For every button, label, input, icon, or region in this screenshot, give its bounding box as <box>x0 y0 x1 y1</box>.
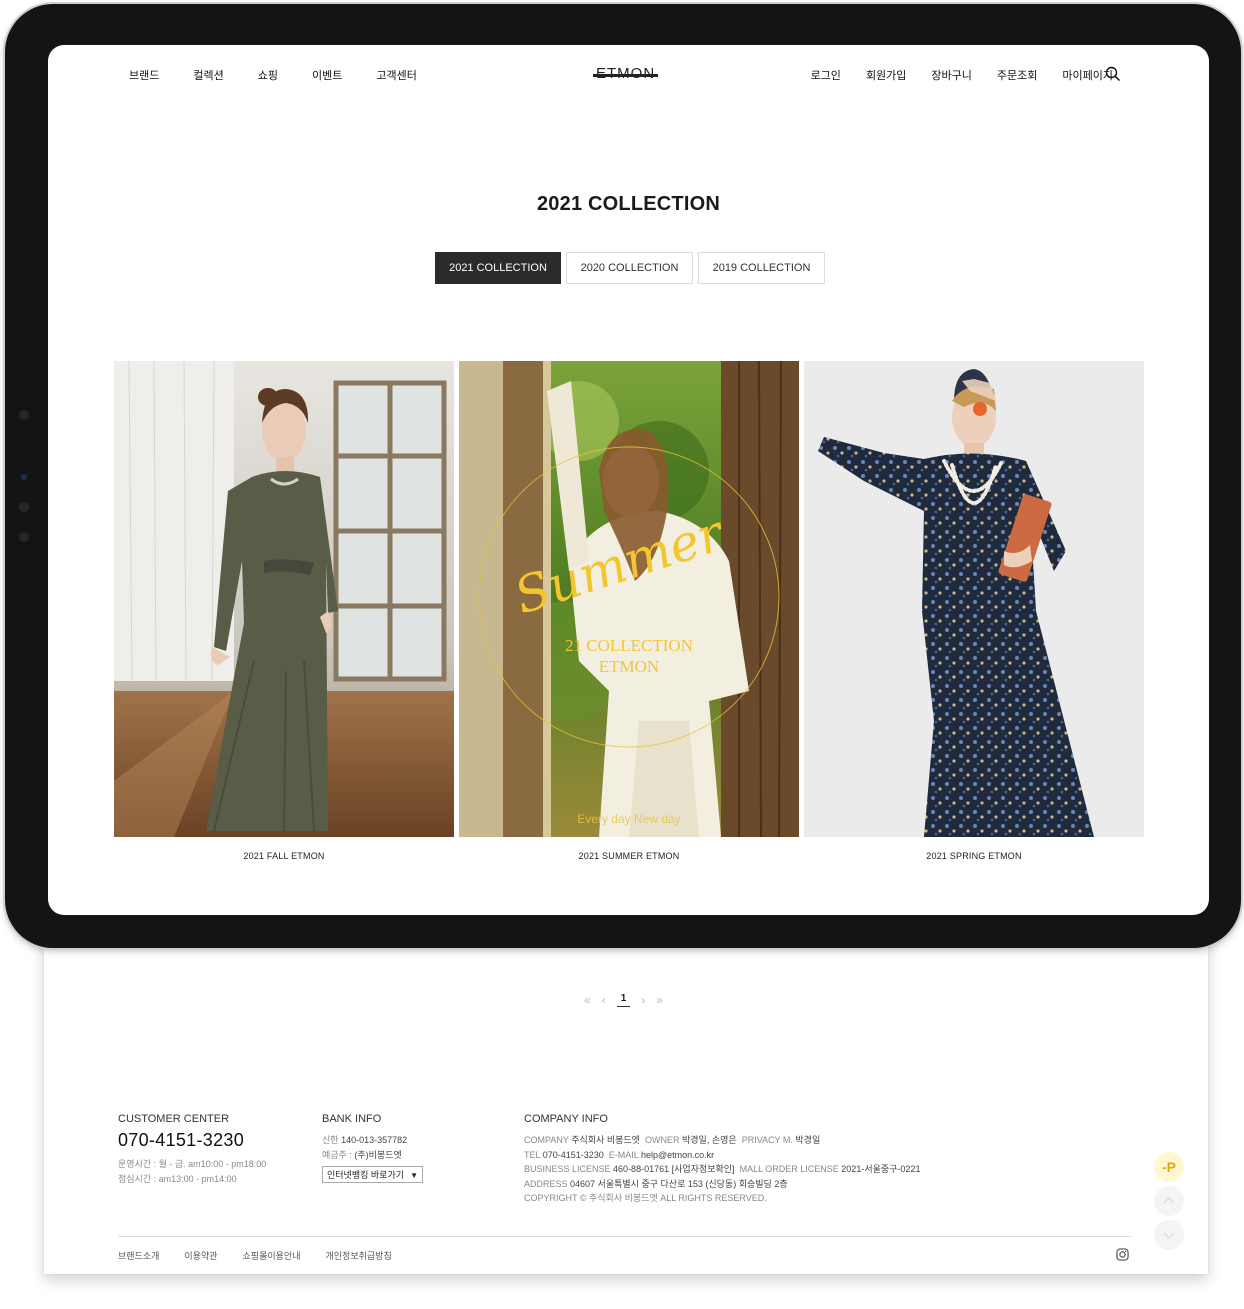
summer-tagline: Every day New day <box>577 812 680 826</box>
spring-photo <box>804 361 1144 837</box>
footer-link-brand[interactable]: 브랜드소개 <box>118 1249 159 1262</box>
customer-hours: 운영시간 : 월 - 금. am10:00 - pm18:00 점심시간 : a… <box>118 1157 266 1186</box>
camera-dot <box>21 474 27 480</box>
summer-photo: Summer 21 COLLECTION ETMON Every day New… <box>459 361 799 837</box>
company-tel: 070-4151-3230 <box>542 1149 604 1160</box>
footer-link-privacy[interactable]: 개인정보취급방침 <box>326 1249 392 1262</box>
owner-label: OWNER <box>644 1135 680 1145</box>
bank-info-details: 신한 140-013-357782 예금주 : (주)비봉드엣 <box>322 1133 407 1162</box>
owner-name: 박경일, 손영은 <box>681 1135 737 1145</box>
pagination-prev[interactable]: ‹ <box>602 993 606 1007</box>
tablet-frame: 브랜드 컬렉션 쇼핑 이벤트 고객센터 ETMON 로그인 회원가입 장바구니 … <box>5 4 1241 948</box>
point-button[interactable]: -P <box>1154 1152 1184 1182</box>
fall-photo <box>114 361 454 837</box>
bank-select-value: 인터넷뱅킹 바로가기 <box>327 1170 405 1180</box>
collection-card-summer[interactable]: Summer 21 COLLECTION ETMON Every day New… <box>459 361 799 861</box>
mall-order-label: MALL ORDER LICENSE <box>739 1164 839 1174</box>
nav-order-lookup[interactable]: 주문조회 <box>997 67 1037 83</box>
footer-links: 브랜드소개 이용약관 쇼핑몰이용안내 개인정보취급방침 <box>118 1249 417 1262</box>
summer-overlay-line1: 21 COLLECTION <box>565 636 693 655</box>
bank-info-heading: BANK INFO <box>322 1113 382 1125</box>
nav-brand[interactable]: 브랜드 <box>129 67 159 83</box>
company-info-heading: COMPANY INFO <box>524 1113 608 1125</box>
nav-collection[interactable]: 컬렉션 <box>193 67 223 83</box>
tab-2020-collection[interactable]: 2020 COLLECTION <box>566 252 693 284</box>
page-title: 2021 COLLECTION <box>536 193 721 215</box>
nav-join[interactable]: 회원가입 <box>866 67 906 83</box>
instagram-icon[interactable] <box>1116 1248 1129 1261</box>
user-nav: 로그인 회원가입 장바구니 주문조회 마이페이지 <box>786 67 1113 83</box>
internet-banking-select[interactable]: 인터넷뱅킹 바로가기 ▼ <box>322 1166 423 1183</box>
chevron-up-icon <box>1163 1196 1175 1204</box>
company-name: 주식회사 비봉드엣 <box>571 1135 640 1145</box>
bank-account: 140-013-357782 <box>341 1135 408 1145</box>
lunch-line: 점심시간 : am13:00 - pm14:00 <box>118 1173 237 1184</box>
bank-label: 신한 <box>322 1135 339 1145</box>
pagination-first[interactable]: « <box>584 993 591 1007</box>
address-label: ADDRESS <box>524 1178 568 1189</box>
pagination: « ‹ 1 › » <box>584 993 674 1007</box>
customer-phone: 070-4151-3230 <box>118 1130 245 1150</box>
nav-cart[interactable]: 장바구니 <box>931 67 971 83</box>
main-nav: 브랜드 컬렉션 쇼핑 이벤트 고객센터 <box>129 67 451 83</box>
email-label: E-MAIL <box>608 1149 639 1160</box>
privacy-name: 박경일 <box>795 1135 821 1145</box>
chevron-down-icon <box>1163 1232 1175 1240</box>
summer-overlay-line2: ETMON <box>599 657 659 676</box>
company-email[interactable]: help@etmon.co.kr <box>641 1150 714 1160</box>
footer-divider <box>118 1236 1132 1237</box>
company-label: COMPANY <box>524 1135 569 1145</box>
nav-customer-center[interactable]: 고객센터 <box>376 67 416 83</box>
card-caption: 2021 FALL ETMON <box>243 851 325 861</box>
customer-center-heading: CUSTOMER CENTER <box>118 1113 230 1125</box>
mall-order-license: 2021-서울중구-0221 <box>841 1164 921 1174</box>
side-button-dot <box>19 410 29 420</box>
search-icon[interactable] <box>1105 66 1121 82</box>
tel-label: TEL <box>524 1149 541 1160</box>
bank-holder: (주)비봉드엣 <box>354 1149 402 1160</box>
business-license-label: BUSINESS LICENSE <box>524 1164 611 1174</box>
privacy-label: PRIVACY M. <box>741 1135 793 1145</box>
logo-strike <box>593 74 659 77</box>
footer-link-guide[interactable]: 쇼핑몰이용안내 <box>243 1249 301 1262</box>
nav-event[interactable]: 이벤트 <box>312 67 342 83</box>
collection-card-fall[interactable]: 2021 FALL ETMON <box>114 361 454 861</box>
screen: 브랜드 컬렉션 쇼핑 이벤트 고객센터 ETMON 로그인 회원가입 장바구니 … <box>48 45 1209 915</box>
collection-card-spring[interactable]: 2021 SPRING ETMON <box>804 361 1144 861</box>
hours-line: 운영시간 : 월 - 금. am10:00 - pm18:00 <box>118 1159 267 1169</box>
company-address: 04607 서울특별시 중구 다산로 153 (신당동) 회승빌딩 2층 <box>570 1178 788 1189</box>
scroll-bottom-button[interactable] <box>1154 1220 1184 1250</box>
nav-login[interactable]: 로그인 <box>811 67 841 83</box>
footer-link-terms[interactable]: 이용약관 <box>184 1249 217 1262</box>
company-info-details: COMPANY 주식회사 비봉드엣 OWNER 박경일, 손영은 PRIVACY… <box>524 1133 920 1206</box>
logo[interactable]: ETMON <box>593 65 659 82</box>
copyright: COPYRIGHT © 주식회사 비봉드엣 ALL RIGHTS RESERVE… <box>524 1193 767 1203</box>
card-caption: 2021 SUMMER ETMON <box>578 851 680 861</box>
pagination-last[interactable]: » <box>656 993 663 1007</box>
pagination-page-1[interactable]: 1 <box>616 993 631 1007</box>
tab-2019-collection[interactable]: 2019 COLLECTION <box>698 252 825 284</box>
side-button-dot <box>19 532 29 542</box>
holder-label: 예금주 : <box>322 1149 352 1160</box>
chevron-down-icon: ▼ <box>410 1171 418 1180</box>
scroll-top-button[interactable] <box>1154 1186 1184 1216</box>
card-caption: 2021 SPRING ETMON <box>926 851 1022 861</box>
tab-2021-collection[interactable]: 2021 COLLECTION <box>435 252 561 284</box>
nav-shopping[interactable]: 쇼핑 <box>258 67 278 83</box>
side-button-dot <box>19 502 29 512</box>
pagination-next[interactable]: › <box>641 993 645 1007</box>
business-license[interactable]: 460-88-01761 [사업자정보확인] <box>613 1164 735 1174</box>
collection-tabs: 2021 COLLECTION 2020 COLLECTION 2019 COL… <box>435 252 830 284</box>
